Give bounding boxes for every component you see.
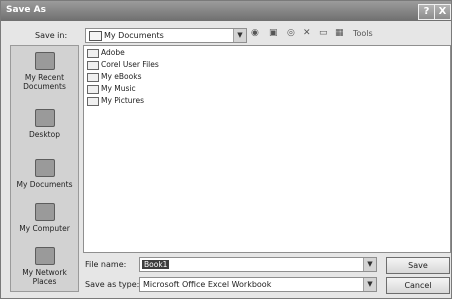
place-label: My Recent Documents [23,73,66,91]
list-item[interactable]: My Pictures [87,96,144,106]
folder-icon [89,31,102,41]
place-label: My Network Places [22,268,67,286]
pictures-folder-icon [87,96,99,106]
window-title: Save As [6,5,46,15]
cancel-button[interactable]: Cancel [386,277,450,294]
views-icon[interactable]: ▦ [335,28,344,38]
delete-icon[interactable]: ✕ [303,28,311,38]
place-label: Desktop [29,130,60,139]
place-my-network-places[interactable]: My Network Places [11,247,78,286]
up-folder-icon[interactable]: ▣ [269,28,278,38]
list-item[interactable]: My Music [87,84,136,94]
computer-icon [34,203,55,221]
places-bar: My Recent Documents Desktop My Documents… [10,45,79,292]
save-as-type-label: Save as type: [85,280,140,289]
place-label: My Documents [16,180,73,189]
list-item[interactable]: My eBooks [87,72,141,82]
music-folder-icon [87,84,99,94]
new-folder-icon[interactable]: ▭ [319,28,328,38]
back-icon[interactable]: ◉ [251,28,259,38]
folder-icon [87,60,99,70]
file-name-value: Book1 [142,260,170,269]
folder-icon [87,72,99,82]
save-in-label: Save in: [35,31,68,40]
place-my-documents[interactable]: My Documents [11,159,78,189]
save-button[interactable]: Save [386,257,450,274]
save-in-dropdown[interactable]: My Documents ▼ [85,28,247,43]
documents-folder-icon [34,159,55,177]
recent-documents-icon [34,52,55,70]
save-in-value: My Documents [104,31,164,40]
place-label: My Computer [19,224,70,233]
list-item[interactable]: Adobe [87,48,125,58]
place-desktop[interactable]: Desktop [11,109,78,139]
save-as-dialog: Save As ? X Save in: My Documents ▼ ◉ ▣ … [0,0,452,299]
network-icon [34,247,55,265]
tools-menu[interactable]: Tools [353,29,373,38]
search-web-icon[interactable]: ◎ [287,28,295,38]
file-list[interactable]: Adobe Corel User Files My eBooks My Musi… [83,45,451,253]
chevron-down-icon: ▼ [363,278,376,291]
place-my-recent-documents[interactable]: My Recent Documents [11,52,78,91]
toolbar: ◉ ▣ ◎ ✕ ▭ ▦ Tools [249,28,399,42]
chevron-down-icon: ▼ [363,258,376,271]
close-button[interactable]: X [434,4,451,20]
desktop-icon [34,109,55,127]
file-name-field[interactable]: Book1 ▼ [139,257,377,272]
chevron-down-icon: ▼ [233,29,246,42]
file-name-label: File name: [85,260,127,269]
title-bar: Save As ? X [1,1,451,21]
folder-icon [87,48,99,58]
place-my-computer[interactable]: My Computer [11,203,78,233]
save-as-type-value: Microsoft Office Excel Workbook [143,280,272,289]
save-as-type-dropdown[interactable]: Microsoft Office Excel Workbook ▼ [139,277,377,292]
help-button[interactable]: ? [418,4,435,20]
list-item[interactable]: Corel User Files [87,60,159,70]
